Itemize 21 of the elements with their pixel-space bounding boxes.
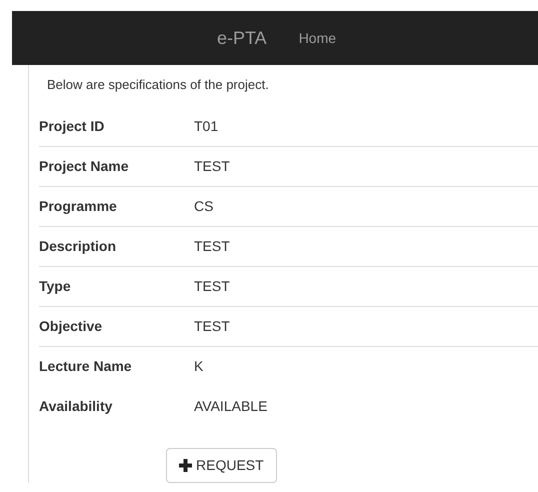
spec-value: CS (194, 197, 214, 216)
spec-label: Objective (39, 317, 104, 336)
spec-label: Project ID (39, 116, 106, 136)
request-button[interactable]: REQUEST (166, 448, 277, 483)
spec-value: AVAILABLE (194, 396, 268, 416)
spec-label: Type (39, 277, 72, 296)
spec-label: Programme (39, 197, 118, 216)
spec-value: TEST (194, 317, 230, 336)
spec-value: T01 (194, 116, 218, 136)
spec-label: Description (39, 237, 118, 256)
intro-text: Below are specifications of the project. (46, 76, 270, 94)
spec-value: K (194, 357, 204, 376)
spec-label: Availability (39, 396, 114, 416)
spec-value: TEST (194, 157, 230, 176)
plus-icon (179, 459, 192, 472)
spec-value: TEST (194, 237, 230, 256)
nav-link[interactable]: Home (298, 28, 336, 48)
spec-value: TEST (194, 277, 230, 296)
spec-label: Lecture Name (39, 357, 133, 376)
spec-label: Project Name (39, 157, 130, 176)
brand-link[interactable]: e-PTA (217, 24, 267, 52)
